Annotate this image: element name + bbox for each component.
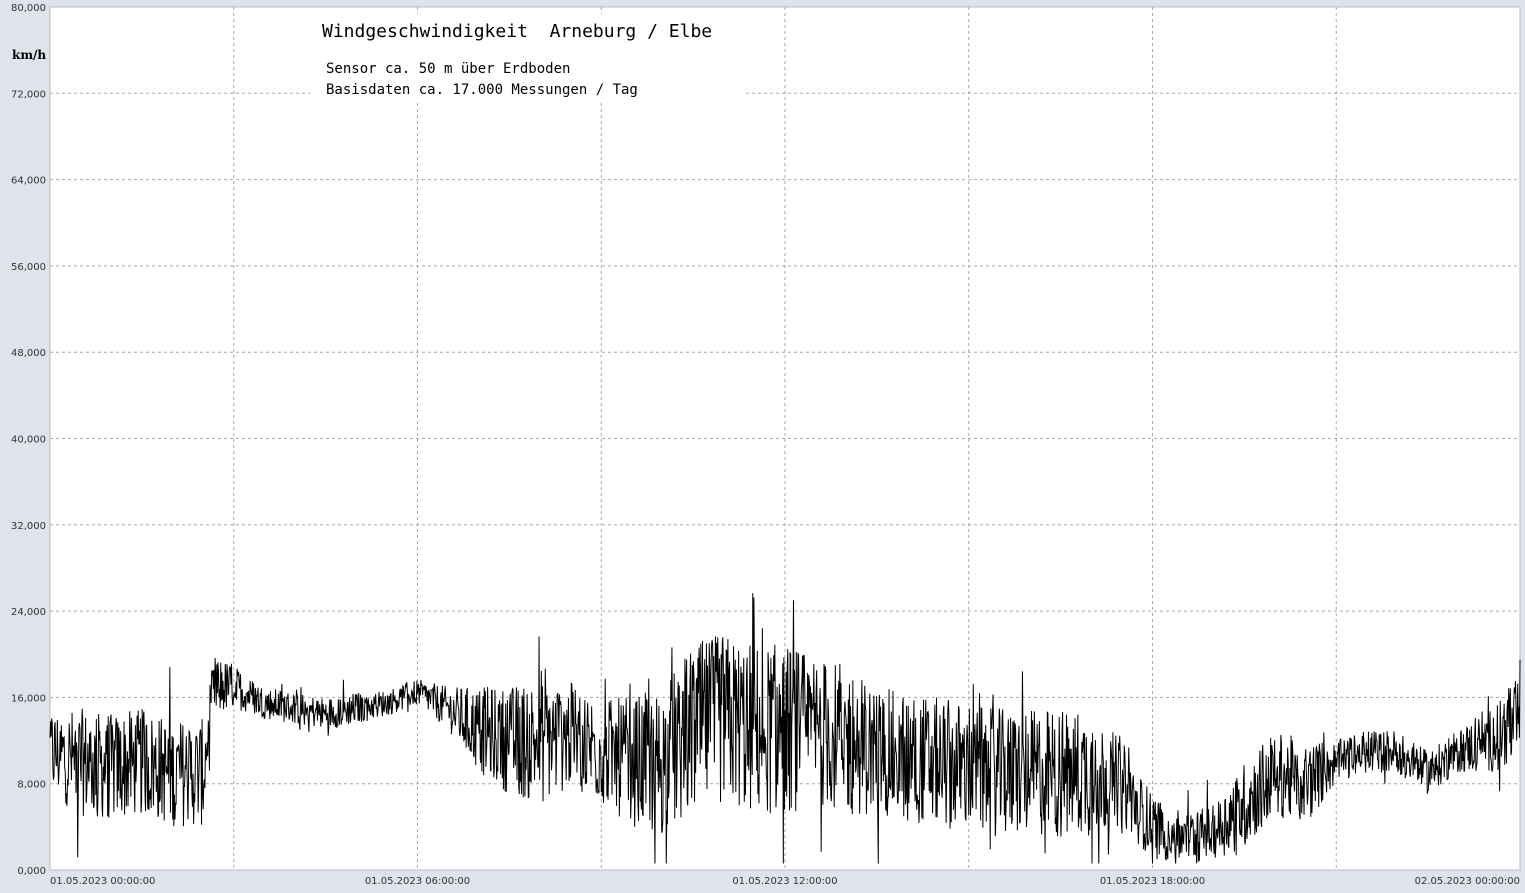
chart-subtitle-sensor: Sensor ca. 50 m über Erdboden bbox=[326, 61, 570, 77]
x-tick-label: 01.05.2023 18:00:00 bbox=[1100, 876, 1205, 887]
y-axis-tick-labels: 0,000 8,000 16,000 24,000 32,000 40,000 48,000… bbox=[11, 3, 46, 877]
y-tick-label: 16,000 bbox=[11, 693, 46, 704]
x-tick-label: 01.05.2023 06:00:00 bbox=[365, 876, 470, 887]
y-tick-label: 0,000 bbox=[17, 866, 46, 877]
y-tick-label: 8,000 bbox=[17, 780, 46, 791]
y-tick-label: 64,000 bbox=[11, 176, 46, 187]
x-tick-label: 02.05.2023 00:00:00 bbox=[1415, 876, 1520, 887]
y-tick-label: 80,000 bbox=[11, 3, 46, 14]
x-axis-tick-labels: 01.05.2023 00:00:00 01.05.2023 06:00:00 01… bbox=[50, 876, 1520, 887]
chart-subtitle-measurements: Basisdaten ca. 17.000 Messungen / Tag bbox=[326, 82, 638, 98]
y-tick-label: 24,000 bbox=[11, 607, 46, 618]
chart-title: Windgeschwindigkeit Arneburg / Elbe bbox=[322, 21, 712, 42]
y-tick-label: 32,000 bbox=[11, 521, 46, 532]
y-tick-label: 72,000 bbox=[11, 89, 46, 100]
wind-speed-chart: 0,000 8,000 16,000 24,000 32,000 40,000 48,000… bbox=[11, 3, 1521, 887]
y-axis-unit-label: km/h bbox=[12, 48, 46, 62]
y-tick-label: 48,000 bbox=[11, 348, 46, 359]
y-tick-label: 56,000 bbox=[11, 262, 46, 273]
x-tick-label: 01.05.2023 12:00:00 bbox=[732, 876, 837, 887]
x-tick-label: 01.05.2023 00:00:00 bbox=[50, 876, 155, 887]
y-tick-label: 40,000 bbox=[11, 435, 46, 446]
